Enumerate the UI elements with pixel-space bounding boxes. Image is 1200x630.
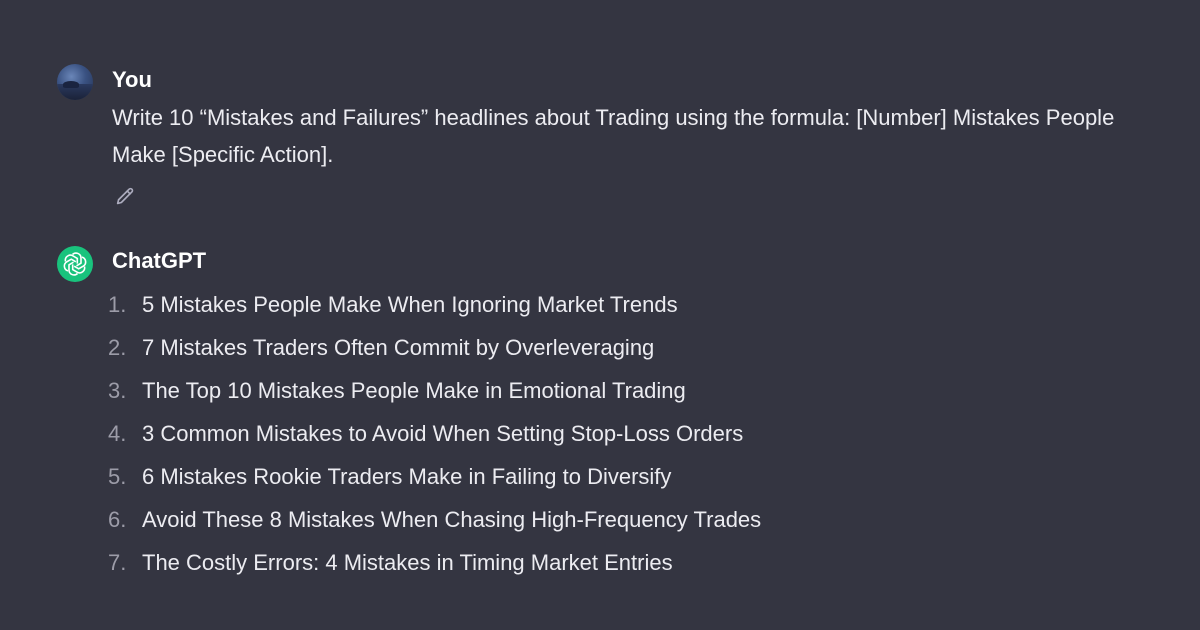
list-item-number: 7. [108,550,127,575]
list-item-number: 2. [108,335,127,360]
list-item-number: 3. [108,378,127,403]
list-item: 2. 7 Mistakes Traders Often Commit by Ove… [108,326,761,369]
list-item-text: Avoid These 8 Mistakes When Chasing High… [142,507,762,532]
list-item-text: The Top 10 Mistakes People Make in Emoti… [142,378,686,403]
headline-list: 1. 5 Mistakes People Make When Ignoring M… [108,283,761,584]
list-item-number: 6. [108,507,127,532]
list-item: 6. Avoid These 8 Mistakes When Chasing Hi… [108,498,761,541]
list-item: 7. The Costly Errors: 4 Mistakes in Timin… [108,541,761,584]
user-message-text: Write 10 “Mistakes and Failures” headlin… [112,105,1115,167]
list-item-number: 4. [108,421,127,446]
list-item: 4. 3 Common Mistakes to Avoid When Settin… [108,412,761,455]
user-avatar [57,64,93,100]
list-item-text: 6 Mistakes Rookie Traders Make in Failin… [142,464,672,489]
list-item: 3. The Top 10 Mistakes People Make in Emo… [108,369,761,412]
list-item: 5. 6 Mistakes Rookie Traders Make in Fail… [108,455,761,498]
list-item-text: 3 Common Mistakes to Avoid When Setting … [142,421,744,446]
list-item-number: 5. [108,464,127,489]
list-item-text: 5 Mistakes People Make When Ignoring Mar… [142,292,678,317]
pencil-icon [116,187,134,205]
openai-logo-icon [63,252,87,276]
list-item: 1. 5 Mistakes People Make When Ignoring M… [108,283,761,326]
list-item-text: 7 Mistakes Traders Often Commit by Overl… [142,335,655,360]
list-item-number: 1. [108,292,127,317]
assistant-author-name: ChatGPT [112,248,207,273]
list-item-text: The Costly Errors: 4 Mistakes in Timing … [142,550,673,575]
chatgpt-avatar [57,246,93,282]
user-author-name: You [112,67,152,92]
edit-message-button[interactable] [112,184,138,210]
